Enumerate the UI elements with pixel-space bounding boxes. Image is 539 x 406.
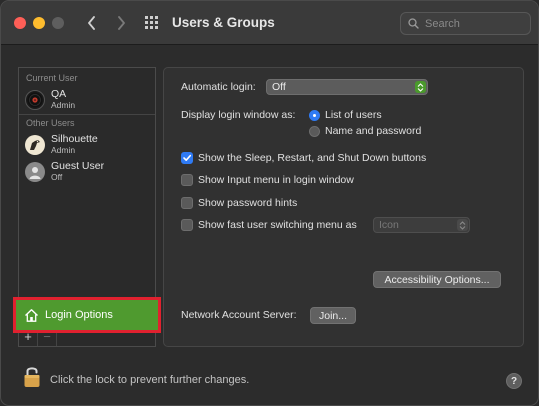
avatar: [25, 162, 45, 182]
automatic-login-popup[interactable]: Off: [266, 79, 428, 95]
radio-name-and-password-label: Name and password: [325, 125, 422, 137]
checkbox-show-input-menu-label: Show Input menu in login window: [198, 174, 354, 186]
automatic-login-label: Automatic login:: [181, 81, 256, 93]
fast-switch-value: Icon: [379, 219, 399, 231]
automatic-login-value: Off: [272, 81, 286, 93]
user-name: QA: [51, 88, 67, 100]
help-button[interactable]: ?: [506, 373, 522, 389]
checkbox-show-password-hints[interactable]: [181, 197, 193, 209]
search-icon: [408, 18, 419, 29]
radio-list-of-users-label: List of users: [325, 109, 382, 121]
avatar: [25, 135, 45, 155]
user-item-silhouette[interactable]: Silhouette Admin: [25, 132, 153, 158]
other-users-heading: Other Users: [26, 118, 75, 128]
checkbox-show-sleep-restart-label: Show the Sleep, Restart, and Shut Down b…: [198, 152, 427, 164]
login-options-panel: Automatic login: Off Display login windo…: [163, 67, 524, 347]
checkbox-show-sleep-restart[interactable]: [181, 152, 193, 164]
house-icon: [25, 308, 38, 322]
search-input[interactable]: [425, 17, 525, 30]
window-title: Users & Groups: [172, 15, 275, 30]
login-options-label: Login Options: [45, 309, 113, 321]
users-groups-window: Users & Groups Current User QA A: [0, 0, 539, 406]
radio-list-of-users[interactable]: [309, 110, 320, 121]
fast-switch-popup[interactable]: Icon: [373, 217, 470, 233]
accessibility-options-button[interactable]: Accessibility Options...: [373, 271, 501, 288]
back-button[interactable]: [81, 12, 101, 34]
user-role: Admin: [51, 145, 76, 155]
user-role: Admin: [51, 100, 76, 110]
user-name: Guest User: [51, 160, 105, 172]
checkbox-show-input-menu[interactable]: [181, 174, 193, 186]
zoom-window-button[interactable]: [52, 17, 64, 29]
search-field[interactable]: [400, 12, 531, 35]
eagle-avatar-icon: [30, 140, 40, 150]
forward-button[interactable]: [111, 12, 131, 34]
show-all-grid-icon[interactable]: [145, 16, 159, 30]
display-login-label: Display login window as:: [181, 109, 296, 121]
title-bar: Users & Groups: [1, 1, 538, 45]
section-divider: [19, 114, 155, 115]
network-account-server-label: Network Account Server:: [181, 309, 297, 321]
avatar: [25, 90, 45, 110]
current-user-heading: Current User: [26, 73, 78, 83]
join-button[interactable]: Join...: [310, 307, 356, 324]
popup-stepper-icon: [415, 81, 426, 93]
radio-name-and-password[interactable]: [309, 126, 320, 137]
login-options-item[interactable]: Login Options: [13, 297, 161, 333]
lock-icon[interactable]: [23, 365, 41, 389]
user-item-guest[interactable]: Guest User Off: [25, 159, 153, 185]
user-item-qa[interactable]: QA Admin: [25, 87, 153, 113]
user-name: Silhouette: [51, 133, 98, 145]
checkbox-show-password-hints-label: Show password hints: [198, 197, 298, 209]
minimize-window-button[interactable]: [33, 17, 45, 29]
checkmark-icon: [183, 154, 192, 161]
chevron-left-icon: [87, 16, 95, 30]
close-window-button[interactable]: [14, 17, 26, 29]
checkbox-fast-user-switching-label: Show fast user switching menu as: [198, 219, 357, 231]
record-avatar-icon: [27, 92, 43, 108]
checkbox-fast-user-switching[interactable]: [181, 219, 193, 231]
user-role: Off: [51, 172, 63, 182]
chevron-right-icon: [117, 16, 125, 30]
person-silhouette-icon: [29, 167, 41, 179]
lock-status-text: Click the lock to prevent further change…: [50, 374, 250, 386]
popup-stepper-icon: [457, 219, 468, 231]
